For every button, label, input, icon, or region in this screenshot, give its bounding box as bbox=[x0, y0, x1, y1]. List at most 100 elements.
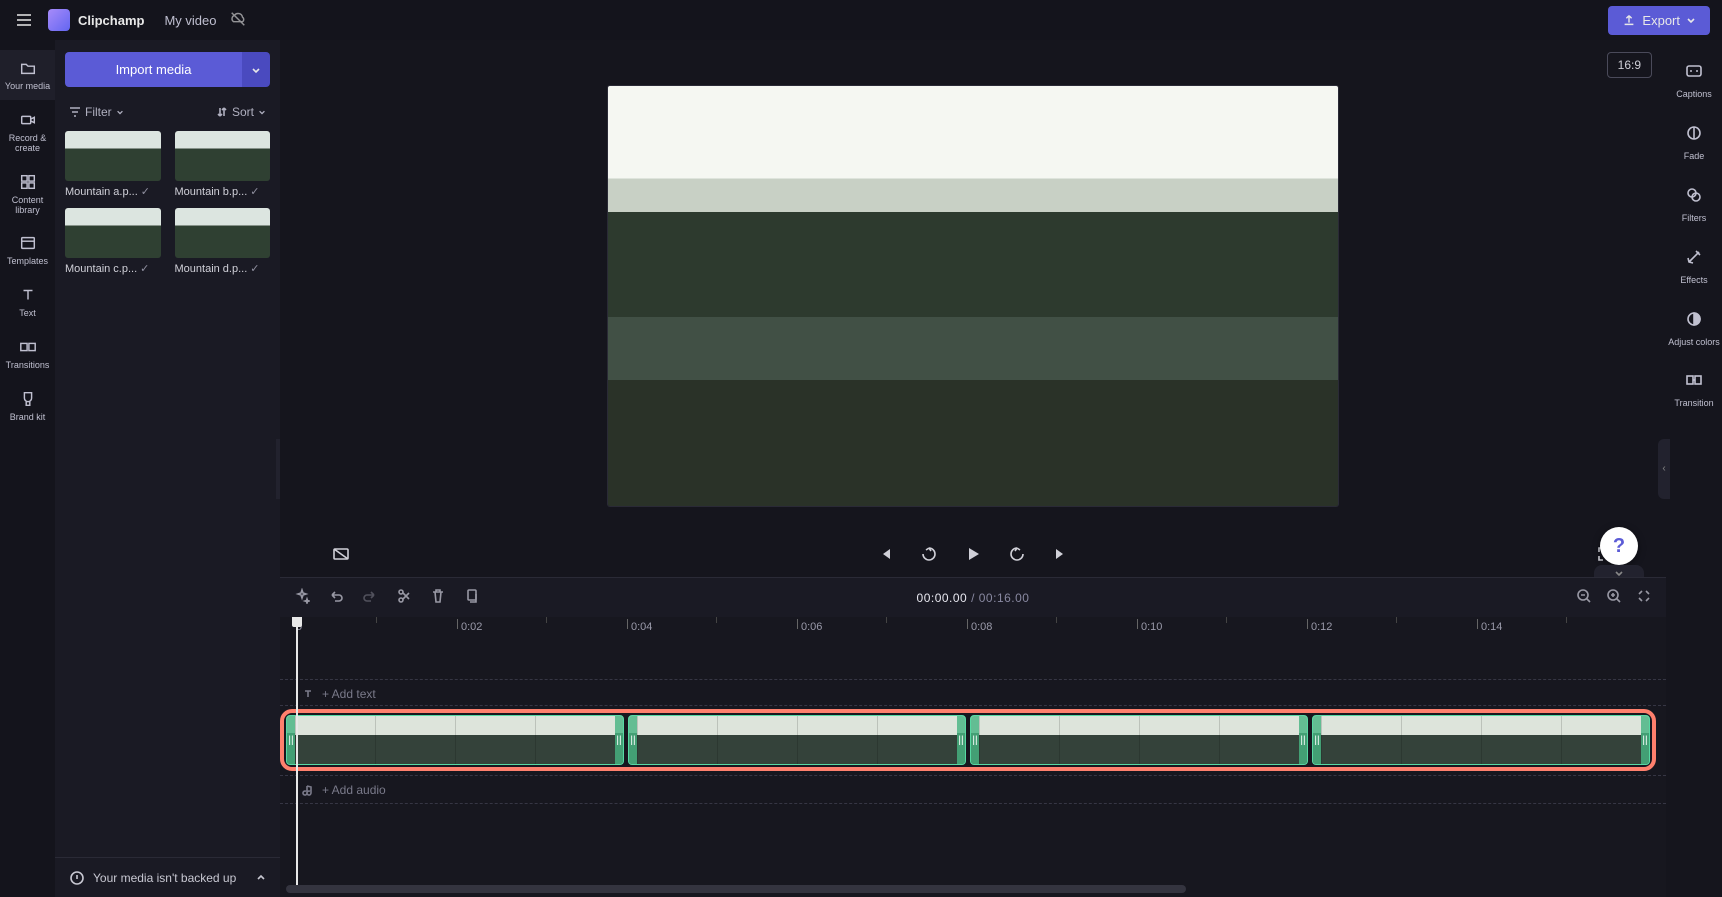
timeline-scrollbar[interactable] bbox=[286, 885, 1186, 893]
export-label: Export bbox=[1642, 13, 1680, 28]
nav-content-library[interactable]: Content library bbox=[0, 164, 55, 224]
media-item[interactable]: Mountain c.p...✓ bbox=[65, 208, 161, 275]
cloud-sync-off-icon[interactable] bbox=[229, 10, 247, 31]
clip-trim-handle-right[interactable]: || bbox=[615, 716, 623, 764]
nav-templates[interactable]: Templates bbox=[0, 225, 55, 275]
seek-back-button[interactable] bbox=[918, 543, 940, 565]
camera-icon bbox=[18, 110, 38, 130]
transitions-icon bbox=[18, 337, 38, 357]
copy-button[interactable] bbox=[464, 588, 480, 607]
clip-trim-handle-right[interactable]: || bbox=[1299, 716, 1307, 764]
sort-button[interactable]: Sort bbox=[216, 105, 266, 119]
timeline-clip[interactable]: || || bbox=[286, 715, 624, 765]
check-icon: ✓ bbox=[250, 185, 259, 198]
clip-trim-handle-right[interactable]: || bbox=[1641, 716, 1649, 764]
brand-kit-icon bbox=[18, 389, 38, 409]
right-properties-rail: ‹ Captions Fade Filters Effects Adjust c… bbox=[1666, 40, 1722, 897]
add-audio-track[interactable]: + Add audio bbox=[302, 783, 386, 797]
top-bar: Clipchamp My video Export bbox=[0, 0, 1722, 40]
zoom-out-button[interactable] bbox=[1576, 588, 1592, 607]
fade-icon bbox=[1685, 124, 1703, 147]
ruler-tick: 0:02 bbox=[461, 621, 482, 633]
captions-icon bbox=[1685, 62, 1703, 85]
add-text-track[interactable]: + Add text bbox=[302, 687, 376, 701]
skip-back-button[interactable] bbox=[874, 543, 896, 565]
nav-brand-kit[interactable]: Brand kit bbox=[0, 381, 55, 431]
adjust-colors-icon bbox=[1685, 310, 1703, 333]
media-panel: Import media Filter Sort Mountain a.p...… bbox=[55, 40, 280, 897]
ruler-tick: 0:14 bbox=[1481, 621, 1502, 633]
media-item[interactable]: Mountain b.p...✓ bbox=[175, 131, 271, 198]
redo-button[interactable] bbox=[362, 588, 378, 607]
playback-time: 00:00.00 / 00:16.00 bbox=[917, 591, 1030, 605]
aspect-ratio-button[interactable]: 16:9 bbox=[1607, 52, 1652, 78]
ruler-tick: 0:12 bbox=[1311, 621, 1332, 633]
collapse-right-panel[interactable]: ‹ bbox=[1658, 439, 1670, 499]
undo-button[interactable] bbox=[328, 588, 344, 607]
nav-transitions[interactable]: Transitions bbox=[0, 329, 55, 379]
playback-controls bbox=[280, 531, 1666, 577]
prop-captions[interactable]: Captions bbox=[1666, 50, 1722, 112]
clip-trim-handle-left[interactable]: || bbox=[629, 716, 637, 764]
nav-record-create[interactable]: Record & create bbox=[0, 102, 55, 162]
auto-compose-icon[interactable] bbox=[294, 588, 310, 607]
playhead-line bbox=[296, 625, 298, 885]
library-icon bbox=[18, 172, 38, 192]
split-button[interactable] bbox=[396, 588, 412, 607]
brand-name: Clipchamp bbox=[78, 13, 144, 28]
prop-transition[interactable]: Transition bbox=[1666, 359, 1722, 421]
prop-fade[interactable]: Fade bbox=[1666, 112, 1722, 174]
prop-adjust-colors[interactable]: Adjust colors bbox=[1666, 298, 1722, 360]
prop-filters[interactable]: Filters bbox=[1666, 174, 1722, 236]
clip-trim-handle-right[interactable]: || bbox=[957, 716, 965, 764]
check-icon: ✓ bbox=[141, 185, 150, 198]
skip-forward-button[interactable] bbox=[1050, 543, 1072, 565]
help-button[interactable]: ? bbox=[1600, 527, 1638, 565]
main-area: Your media Record & create Content libra… bbox=[0, 40, 1722, 897]
ruler-tick: 0:04 bbox=[631, 621, 652, 633]
project-title[interactable]: My video bbox=[164, 13, 216, 28]
timeline-clip[interactable]: || || bbox=[970, 715, 1308, 765]
media-item[interactable]: Mountain d.p...✓ bbox=[175, 208, 271, 275]
clip-trim-handle-left[interactable]: || bbox=[287, 716, 295, 764]
play-button[interactable] bbox=[962, 543, 984, 565]
filter-button[interactable]: Filter bbox=[69, 105, 124, 119]
check-icon: ✓ bbox=[250, 262, 259, 275]
menu-button[interactable] bbox=[12, 8, 36, 32]
check-icon: ✓ bbox=[140, 262, 149, 275]
zoom-fit-button[interactable] bbox=[1636, 588, 1652, 607]
timeline-clip[interactable]: || || bbox=[628, 715, 966, 765]
timeline-ruler[interactable]: 0 0:02 0:04 0:06 0:08 0:10 0:12 0:14 bbox=[286, 617, 1666, 643]
seek-forward-button[interactable] bbox=[1006, 543, 1028, 565]
clip-trim-handle-left[interactable]: || bbox=[1313, 716, 1321, 764]
hide-overlay-icon[interactable] bbox=[330, 543, 352, 565]
zoom-in-button[interactable] bbox=[1606, 588, 1622, 607]
thumbnail-image bbox=[175, 131, 271, 181]
text-icon bbox=[18, 285, 38, 305]
timeline[interactable]: 0 0:02 0:04 0:06 0:08 0:10 0:12 0:14 bbox=[280, 617, 1666, 897]
video-track-highlighted[interactable]: || || || || || || || || bbox=[280, 709, 1656, 771]
import-media-dropdown[interactable] bbox=[242, 52, 270, 87]
clip-trim-handle-left[interactable]: || bbox=[971, 716, 979, 764]
video-preview[interactable] bbox=[608, 86, 1338, 506]
delete-button[interactable] bbox=[430, 588, 446, 607]
backup-notice[interactable]: Your media isn't backed up bbox=[55, 857, 280, 897]
playhead-marker[interactable] bbox=[292, 617, 302, 627]
folder-icon bbox=[18, 58, 38, 78]
thumbnail-image bbox=[175, 208, 271, 258]
preview-area: 16:9 ? bbox=[280, 40, 1666, 577]
left-nav-rail: Your media Record & create Content libra… bbox=[0, 40, 55, 897]
prop-effects[interactable]: Effects bbox=[1666, 236, 1722, 298]
ruler-tick: 0:10 bbox=[1141, 621, 1162, 633]
timeline-clip[interactable]: || || bbox=[1312, 715, 1650, 765]
nav-your-media[interactable]: Your media bbox=[0, 50, 55, 100]
nav-text[interactable]: Text bbox=[0, 277, 55, 327]
import-media-button[interactable]: Import media bbox=[65, 52, 242, 87]
clipchamp-logo-icon bbox=[48, 9, 70, 31]
brand: Clipchamp bbox=[48, 9, 144, 31]
media-item[interactable]: Mountain a.p...✓ bbox=[65, 131, 161, 198]
export-button[interactable]: Export bbox=[1608, 6, 1710, 35]
thumbnail-image bbox=[65, 208, 161, 258]
transition-icon bbox=[1685, 371, 1703, 394]
media-thumbnails: Mountain a.p...✓ Mountain b.p...✓ Mounta… bbox=[65, 131, 270, 275]
